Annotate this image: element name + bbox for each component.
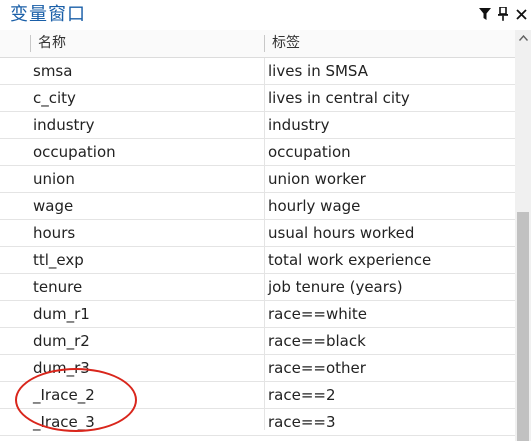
variable-name: industry bbox=[33, 116, 95, 134]
variable-label: race==other bbox=[268, 359, 366, 377]
variable-name: _Irace_2 bbox=[33, 386, 95, 404]
variable-row[interactable]: industry industry bbox=[0, 112, 515, 139]
variable-row[interactable]: _Irace_2 race==2 bbox=[0, 382, 515, 409]
variable-label: usual hours worked bbox=[268, 224, 415, 242]
variable-row[interactable]: occupation occupation bbox=[0, 139, 515, 166]
variable-name: wage bbox=[33, 197, 74, 215]
variable-row[interactable]: hours usual hours worked bbox=[0, 220, 515, 247]
column-divider bbox=[264, 58, 265, 430]
variable-name: _Irace_3 bbox=[33, 413, 95, 431]
panel-titlebar: 变量窗口 bbox=[0, 0, 531, 30]
variable-label: union worker bbox=[268, 170, 366, 188]
pin-icon[interactable] bbox=[495, 5, 511, 23]
variable-label: industry bbox=[268, 116, 330, 134]
variable-row[interactable]: smsa lives in SMSA bbox=[0, 58, 515, 85]
variable-label: lives in central city bbox=[268, 89, 410, 107]
scrollbar-thumb[interactable] bbox=[517, 212, 529, 441]
filter-icon[interactable] bbox=[477, 5, 493, 23]
variable-row[interactable]: _Irace_3 race==3 bbox=[0, 409, 515, 436]
variable-name: smsa bbox=[33, 62, 73, 80]
variable-row[interactable]: dum_r3 race==other bbox=[0, 355, 515, 382]
header-separator[interactable] bbox=[30, 35, 31, 52]
variable-name: dum_r1 bbox=[33, 305, 90, 323]
variable-label: race==2 bbox=[268, 386, 336, 404]
variable-name: tenure bbox=[33, 278, 83, 296]
variable-label: race==white bbox=[268, 305, 368, 323]
variable-name: union bbox=[33, 170, 75, 188]
variable-label: occupation bbox=[268, 143, 351, 161]
variable-label: total work experience bbox=[268, 251, 432, 269]
variable-name: occupation bbox=[33, 143, 116, 161]
variable-label: race==black bbox=[268, 332, 366, 350]
variable-row[interactable]: c_city lives in central city bbox=[0, 85, 515, 112]
variable-name: ttl_exp bbox=[33, 251, 84, 269]
variable-row[interactable]: wage hourly wage bbox=[0, 193, 515, 220]
variable-list: smsa lives in SMSA c_city lives in central … bbox=[0, 58, 515, 436]
variable-name: dum_r2 bbox=[33, 332, 90, 350]
table-header: 名称 标签 bbox=[0, 30, 515, 58]
variable-row[interactable]: tenure job tenure (years) bbox=[0, 274, 515, 301]
variable-name: c_city bbox=[33, 89, 76, 107]
header-separator[interactable] bbox=[264, 35, 265, 52]
variable-row[interactable]: ttl_exp total work experience bbox=[0, 247, 515, 274]
variable-label: race==3 bbox=[268, 413, 336, 431]
variable-row[interactable]: union union worker bbox=[0, 166, 515, 193]
variable-label: hourly wage bbox=[268, 197, 361, 215]
vertical-scrollbar[interactable] bbox=[515, 30, 531, 441]
variable-row[interactable]: dum_r1 race==white bbox=[0, 301, 515, 328]
variable-row[interactable]: dum_r2 race==black bbox=[0, 328, 515, 355]
variable-name: dum_r3 bbox=[33, 359, 90, 377]
scroll-up-icon[interactable] bbox=[515, 30, 531, 46]
close-icon[interactable] bbox=[513, 5, 529, 23]
variable-label: job tenure (years) bbox=[268, 278, 403, 296]
variable-name: hours bbox=[33, 224, 76, 242]
variable-label: lives in SMSA bbox=[268, 62, 368, 80]
column-header-name[interactable]: 名称 bbox=[38, 30, 66, 57]
panel-title: 变量窗口 bbox=[10, 4, 86, 25]
column-header-label[interactable]: 标签 bbox=[272, 30, 300, 57]
